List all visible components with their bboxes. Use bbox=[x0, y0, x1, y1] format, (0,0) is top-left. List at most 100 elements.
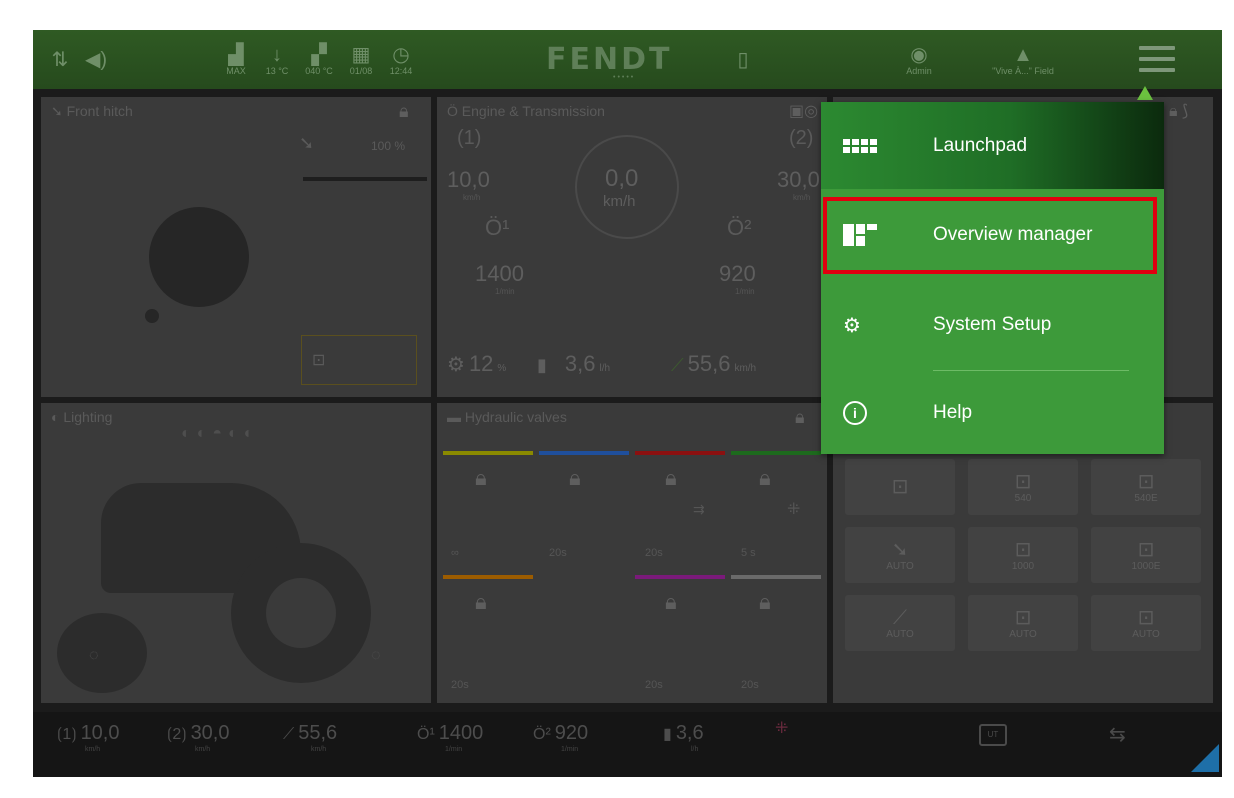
lock-icon[interactable]: 🔒︎ ⟆ bbox=[1169, 101, 1188, 121]
fuel-tank-indicator[interactable]: ▟ MAX bbox=[221, 30, 251, 89]
rear-hitch-auto-button[interactable]: ⟋ AUTO bbox=[845, 595, 955, 651]
clock-indicator[interactable]: ◷ 12:44 bbox=[385, 30, 417, 89]
ground-speed-readout: ⟋ 55,6 km/h bbox=[671, 351, 756, 377]
rpm-1-readout[interactable]: Ö¹ 1400 1/min bbox=[417, 722, 483, 753]
valve-3-lock-icon[interactable]: 🔒︎ bbox=[665, 465, 677, 491]
beacon-2-icon[interactable]: ◌ bbox=[371, 647, 381, 665]
menu-item-help[interactable]: i Help bbox=[821, 372, 1164, 454]
pto-540e-label: 540E bbox=[1134, 492, 1158, 504]
front-hitch-auto-button[interactable]: ➘ AUTO bbox=[845, 527, 955, 583]
temperature-indicator[interactable]: ↓ 13 °C bbox=[261, 30, 293, 89]
top-bar: ⇅ ◀) ▟ MAX ↓ 13 °C ▞ 040 °C ▦ 01/08 ◷ 12:44 F… bbox=[33, 30, 1222, 89]
ground-speed-icon: ⟋ bbox=[283, 726, 295, 743]
lighting-title: ◐ Lighting bbox=[51, 409, 112, 425]
pto-auto-left-button[interactable]: ⊡ AUTO bbox=[968, 595, 1078, 651]
pto-icon: ⊡ bbox=[1014, 538, 1032, 561]
hitch-percent: 100 % bbox=[371, 139, 406, 153]
ground-speed-icon: ⟋ bbox=[671, 355, 684, 375]
front-hitch-title: ➘ Front hitch bbox=[51, 103, 133, 120]
date-indicator[interactable]: ▦ 01/08 bbox=[345, 30, 377, 89]
terminal-screen: ⇅ ◀) ▟ MAX ↓ 13 °C ▞ 040 °C ▦ 01/08 ◷ 12:44 F… bbox=[33, 30, 1222, 777]
pto-icon: ⊡ bbox=[312, 352, 326, 369]
valve-6-time: 20s bbox=[645, 679, 663, 691]
hamburger-menu-icon[interactable] bbox=[1139, 46, 1175, 72]
pto-button-1[interactable]: ⊡ bbox=[845, 459, 955, 515]
valve-2-color bbox=[539, 451, 629, 455]
phone-icon[interactable]: ▯ bbox=[733, 30, 753, 89]
valve-7-time: 20s bbox=[741, 679, 759, 691]
gear-1-speed: 10,0 bbox=[447, 167, 490, 192]
valve-1-lock-icon[interactable]: 🔒︎ bbox=[475, 465, 487, 491]
valve-4-time: 5 s bbox=[741, 547, 756, 559]
pto-540-button[interactable]: ⊡ 540 bbox=[968, 459, 1078, 515]
engine-2-icon: Ö² bbox=[727, 215, 752, 240]
clock-icon: ◷ bbox=[392, 43, 410, 66]
slip-value: 12 bbox=[468, 351, 494, 376]
beacon-1-icon[interactable]: ◌ bbox=[89, 647, 99, 665]
pto-icon: ⊡ bbox=[1014, 470, 1032, 493]
front-hitch-panel[interactable]: ➘ Front hitch 🔒︎ ➘ 100 % ⊡ bbox=[41, 97, 431, 397]
valve-2-lock-icon[interactable]: 🔒︎ bbox=[569, 465, 581, 491]
menu-item-launchpad[interactable]: Launchpad bbox=[821, 102, 1164, 189]
gear-2-speed: 30,0 bbox=[777, 167, 820, 192]
speaker-icon[interactable]: ◀) bbox=[81, 30, 111, 89]
gear-1-speed-readout[interactable]: ⟮1⟯ 10,0 km/h bbox=[57, 722, 120, 753]
gears-icon: ⚙ bbox=[843, 314, 861, 337]
pto-auto-right-button[interactable]: ⊡ AUTO bbox=[1091, 595, 1201, 651]
pto-540e-button[interactable]: ⊡ 540E bbox=[1091, 459, 1201, 515]
valve-7-lock-icon[interactable]: 🔒︎ bbox=[759, 589, 771, 615]
logo-subtitle: ••••• bbox=[613, 74, 636, 81]
tractor-icon: ▞ bbox=[311, 43, 327, 66]
date-label: 01/08 bbox=[349, 65, 373, 76]
valve-4-lock-icon[interactable]: 🔒︎ bbox=[759, 465, 771, 491]
fuel-readout: ▮ 3,6 l/h bbox=[537, 351, 610, 377]
ground-speed-value: 55,6 bbox=[687, 351, 731, 376]
work-lights-icon[interactable]: ◐◐◓◐◐ bbox=[181, 425, 259, 443]
fuel-tank-icon: ▟ bbox=[228, 43, 244, 66]
valve-5-lock-icon[interactable]: 🔒︎ bbox=[475, 589, 487, 615]
rpm-2-readout[interactable]: Ö² 920 1/min bbox=[533, 722, 588, 753]
lock-icon[interactable]: 🔒︎ bbox=[795, 407, 805, 428]
pto-reverse-button[interactable]: ⊡ bbox=[301, 335, 417, 385]
hydraulic-valves-panel[interactable]: ▬ Hydraulic valves 🔒︎ 🔒︎ 🔒︎ 🔒︎ 🔒︎ ⇉ ⁜ ∞ … bbox=[437, 403, 827, 703]
switch-icon[interactable]: ⇆ bbox=[1109, 722, 1126, 747]
ut-icon[interactable]: UT bbox=[979, 724, 1007, 746]
joystick-icon[interactable]: ⁜ bbox=[775, 718, 788, 738]
fuel-pump-icon: ▮ bbox=[663, 726, 672, 743]
pto-1000e-button[interactable]: ⊡ 1000E bbox=[1091, 527, 1201, 583]
engine-temp-label: 040 °C bbox=[305, 65, 333, 76]
gear-2-icon: (2) bbox=[789, 127, 814, 149]
arrows-icon[interactable]: ⇅ bbox=[45, 30, 75, 89]
hitch-position-icon: ➘ bbox=[299, 133, 315, 153]
engine-transmission-panel[interactable]: Ö Engine & Transmission ▣◎ (1) (2) 0,0 k… bbox=[437, 97, 827, 397]
hitch-dial[interactable] bbox=[149, 207, 249, 307]
lighting-panel[interactable]: ◐ Lighting ◐◐◓◐◐ ◌ ◌ bbox=[41, 403, 431, 703]
pto-1000-button[interactable]: ⊡ 1000 bbox=[968, 527, 1078, 583]
engine-title-text: Engine & Transmission bbox=[461, 103, 605, 119]
pto-icon: ⊡ bbox=[1014, 606, 1032, 629]
gear-2-speed-readout[interactable]: ⟮2⟯ 30,0 km/h bbox=[167, 722, 230, 753]
corner-indicator-icon[interactable] bbox=[1191, 744, 1219, 772]
pto-icon: ⊡ bbox=[1137, 606, 1155, 629]
transmission-icon[interactable]: ▣◎ bbox=[789, 101, 818, 121]
user-icon: ◉ bbox=[910, 43, 928, 66]
fuel-readout-bottom[interactable]: ▮ 3,6 l/h bbox=[663, 722, 704, 753]
info-icon: i bbox=[821, 401, 933, 425]
temperature-icon: ↓ bbox=[272, 43, 282, 66]
valve-4-color bbox=[731, 451, 821, 455]
engine-temp-indicator[interactable]: ▞ 040 °C bbox=[301, 30, 337, 89]
calendar-icon: ▦ bbox=[351, 43, 371, 66]
valve-6-lock-icon[interactable]: 🔒︎ bbox=[665, 589, 677, 615]
hitch-icon: ➘ bbox=[891, 538, 909, 561]
field-icon: ▲ bbox=[1013, 43, 1033, 66]
light-icon: ◐ bbox=[51, 409, 64, 425]
ground-speed-readout[interactable]: ⟋ 55,6 km/h bbox=[283, 722, 337, 753]
front-wheel bbox=[57, 613, 147, 693]
menu-item-system-setup[interactable]: ⚙ System Setup bbox=[821, 282, 1164, 368]
fendt-logo: FENDT bbox=[546, 42, 673, 77]
user-indicator[interactable]: ◉ Admin bbox=[899, 30, 939, 89]
lock-icon[interactable]: 🔒︎ bbox=[399, 101, 409, 122]
rear-hitch-icon: ⟋ bbox=[893, 606, 907, 629]
speed-unit: km/h bbox=[603, 193, 636, 210]
field-indicator[interactable]: ▲ "Vive À..." Field bbox=[983, 30, 1063, 89]
